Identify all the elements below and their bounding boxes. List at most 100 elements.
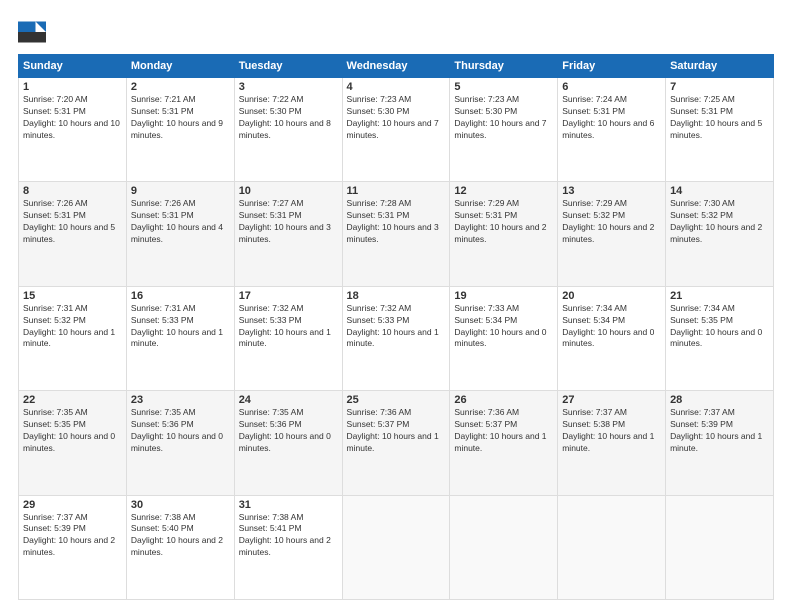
day-header-monday: Monday [126, 55, 234, 78]
day-number: 15 [23, 290, 122, 302]
day-number: 7 [670, 81, 769, 93]
cell-info: Sunrise: 7:32 AMSunset: 5:33 PMDaylight:… [239, 303, 338, 351]
page: SundayMondayTuesdayWednesdayThursdayFrid… [0, 0, 792, 612]
calendar-week-3: 15Sunrise: 7:31 AMSunset: 5:32 PMDayligh… [19, 286, 774, 390]
calendar-week-1: 1Sunrise: 7:20 AMSunset: 5:31 PMDaylight… [19, 78, 774, 182]
day-number: 8 [23, 185, 122, 197]
calendar-cell: 25Sunrise: 7:36 AMSunset: 5:37 PMDayligh… [342, 391, 450, 495]
calendar-cell [558, 495, 666, 599]
calendar-cell: 11Sunrise: 7:28 AMSunset: 5:31 PMDayligh… [342, 182, 450, 286]
day-number: 11 [347, 185, 446, 197]
day-number: 19 [454, 290, 553, 302]
cell-info: Sunrise: 7:35 AMSunset: 5:36 PMDaylight:… [239, 407, 338, 455]
day-number: 9 [131, 185, 230, 197]
calendar-cell: 12Sunrise: 7:29 AMSunset: 5:31 PMDayligh… [450, 182, 558, 286]
cell-info: Sunrise: 7:36 AMSunset: 5:37 PMDaylight:… [347, 407, 446, 455]
cell-info: Sunrise: 7:29 AMSunset: 5:31 PMDaylight:… [454, 198, 553, 246]
cell-info: Sunrise: 7:32 AMSunset: 5:33 PMDaylight:… [347, 303, 446, 351]
day-number: 26 [454, 394, 553, 406]
cell-info: Sunrise: 7:26 AMSunset: 5:31 PMDaylight:… [23, 198, 122, 246]
day-number: 30 [131, 499, 230, 511]
logo-icon [18, 18, 46, 46]
day-number: 10 [239, 185, 338, 197]
calendar-cell: 16Sunrise: 7:31 AMSunset: 5:33 PMDayligh… [126, 286, 234, 390]
calendar-cell: 3Sunrise: 7:22 AMSunset: 5:30 PMDaylight… [234, 78, 342, 182]
calendar-table: SundayMondayTuesdayWednesdayThursdayFrid… [18, 54, 774, 600]
calendar-cell: 7Sunrise: 7:25 AMSunset: 5:31 PMDaylight… [666, 78, 774, 182]
day-number: 23 [131, 394, 230, 406]
calendar-cell: 29Sunrise: 7:37 AMSunset: 5:39 PMDayligh… [19, 495, 127, 599]
cell-info: Sunrise: 7:30 AMSunset: 5:32 PMDaylight:… [670, 198, 769, 246]
calendar-cell: 9Sunrise: 7:26 AMSunset: 5:31 PMDaylight… [126, 182, 234, 286]
cell-info: Sunrise: 7:33 AMSunset: 5:34 PMDaylight:… [454, 303, 553, 351]
day-header-sunday: Sunday [19, 55, 127, 78]
calendar-cell [342, 495, 450, 599]
cell-info: Sunrise: 7:25 AMSunset: 5:31 PMDaylight:… [670, 94, 769, 142]
calendar-cell: 17Sunrise: 7:32 AMSunset: 5:33 PMDayligh… [234, 286, 342, 390]
day-header-saturday: Saturday [666, 55, 774, 78]
day-number: 29 [23, 499, 122, 511]
cell-info: Sunrise: 7:21 AMSunset: 5:31 PMDaylight:… [131, 94, 230, 142]
cell-info: Sunrise: 7:22 AMSunset: 5:30 PMDaylight:… [239, 94, 338, 142]
cell-info: Sunrise: 7:37 AMSunset: 5:38 PMDaylight:… [562, 407, 661, 455]
day-number: 21 [670, 290, 769, 302]
calendar-cell: 28Sunrise: 7:37 AMSunset: 5:39 PMDayligh… [666, 391, 774, 495]
day-number: 17 [239, 290, 338, 302]
day-number: 25 [347, 394, 446, 406]
cell-info: Sunrise: 7:35 AMSunset: 5:36 PMDaylight:… [131, 407, 230, 455]
day-header-wednesday: Wednesday [342, 55, 450, 78]
day-number: 2 [131, 81, 230, 93]
calendar-cell: 4Sunrise: 7:23 AMSunset: 5:30 PMDaylight… [342, 78, 450, 182]
calendar-cell: 15Sunrise: 7:31 AMSunset: 5:32 PMDayligh… [19, 286, 127, 390]
cell-info: Sunrise: 7:24 AMSunset: 5:31 PMDaylight:… [562, 94, 661, 142]
calendar-cell: 18Sunrise: 7:32 AMSunset: 5:33 PMDayligh… [342, 286, 450, 390]
calendar-cell: 1Sunrise: 7:20 AMSunset: 5:31 PMDaylight… [19, 78, 127, 182]
day-number: 12 [454, 185, 553, 197]
cell-info: Sunrise: 7:26 AMSunset: 5:31 PMDaylight:… [131, 198, 230, 246]
cell-info: Sunrise: 7:35 AMSunset: 5:35 PMDaylight:… [23, 407, 122, 455]
calendar-cell: 19Sunrise: 7:33 AMSunset: 5:34 PMDayligh… [450, 286, 558, 390]
cell-info: Sunrise: 7:20 AMSunset: 5:31 PMDaylight:… [23, 94, 122, 142]
calendar-week-2: 8Sunrise: 7:26 AMSunset: 5:31 PMDaylight… [19, 182, 774, 286]
day-number: 28 [670, 394, 769, 406]
cell-info: Sunrise: 7:23 AMSunset: 5:30 PMDaylight:… [454, 94, 553, 142]
calendar-cell: 30Sunrise: 7:38 AMSunset: 5:40 PMDayligh… [126, 495, 234, 599]
calendar-cell: 5Sunrise: 7:23 AMSunset: 5:30 PMDaylight… [450, 78, 558, 182]
day-number: 5 [454, 81, 553, 93]
calendar-week-5: 29Sunrise: 7:37 AMSunset: 5:39 PMDayligh… [19, 495, 774, 599]
day-number: 16 [131, 290, 230, 302]
cell-info: Sunrise: 7:34 AMSunset: 5:35 PMDaylight:… [670, 303, 769, 351]
calendar-cell [450, 495, 558, 599]
calendar-cell: 26Sunrise: 7:36 AMSunset: 5:37 PMDayligh… [450, 391, 558, 495]
calendar-header-row: SundayMondayTuesdayWednesdayThursdayFrid… [19, 55, 774, 78]
cell-info: Sunrise: 7:36 AMSunset: 5:37 PMDaylight:… [454, 407, 553, 455]
calendar-cell: 2Sunrise: 7:21 AMSunset: 5:31 PMDaylight… [126, 78, 234, 182]
day-number: 18 [347, 290, 446, 302]
cell-info: Sunrise: 7:38 AMSunset: 5:41 PMDaylight:… [239, 512, 338, 560]
cell-info: Sunrise: 7:38 AMSunset: 5:40 PMDaylight:… [131, 512, 230, 560]
calendar-cell: 13Sunrise: 7:29 AMSunset: 5:32 PMDayligh… [558, 182, 666, 286]
calendar-cell: 20Sunrise: 7:34 AMSunset: 5:34 PMDayligh… [558, 286, 666, 390]
cell-info: Sunrise: 7:31 AMSunset: 5:33 PMDaylight:… [131, 303, 230, 351]
day-number: 1 [23, 81, 122, 93]
calendar-cell: 21Sunrise: 7:34 AMSunset: 5:35 PMDayligh… [666, 286, 774, 390]
cell-info: Sunrise: 7:29 AMSunset: 5:32 PMDaylight:… [562, 198, 661, 246]
calendar-cell: 10Sunrise: 7:27 AMSunset: 5:31 PMDayligh… [234, 182, 342, 286]
day-number: 14 [670, 185, 769, 197]
calendar-cell [666, 495, 774, 599]
cell-info: Sunrise: 7:31 AMSunset: 5:32 PMDaylight:… [23, 303, 122, 351]
day-header-friday: Friday [558, 55, 666, 78]
calendar-cell: 14Sunrise: 7:30 AMSunset: 5:32 PMDayligh… [666, 182, 774, 286]
cell-info: Sunrise: 7:28 AMSunset: 5:31 PMDaylight:… [347, 198, 446, 246]
cell-info: Sunrise: 7:23 AMSunset: 5:30 PMDaylight:… [347, 94, 446, 142]
calendar-cell: 24Sunrise: 7:35 AMSunset: 5:36 PMDayligh… [234, 391, 342, 495]
day-number: 3 [239, 81, 338, 93]
calendar-cell: 22Sunrise: 7:35 AMSunset: 5:35 PMDayligh… [19, 391, 127, 495]
day-number: 27 [562, 394, 661, 406]
day-number: 6 [562, 81, 661, 93]
day-header-thursday: Thursday [450, 55, 558, 78]
cell-info: Sunrise: 7:37 AMSunset: 5:39 PMDaylight:… [23, 512, 122, 560]
day-number: 31 [239, 499, 338, 511]
logo [18, 18, 50, 46]
calendar-cell: 6Sunrise: 7:24 AMSunset: 5:31 PMDaylight… [558, 78, 666, 182]
